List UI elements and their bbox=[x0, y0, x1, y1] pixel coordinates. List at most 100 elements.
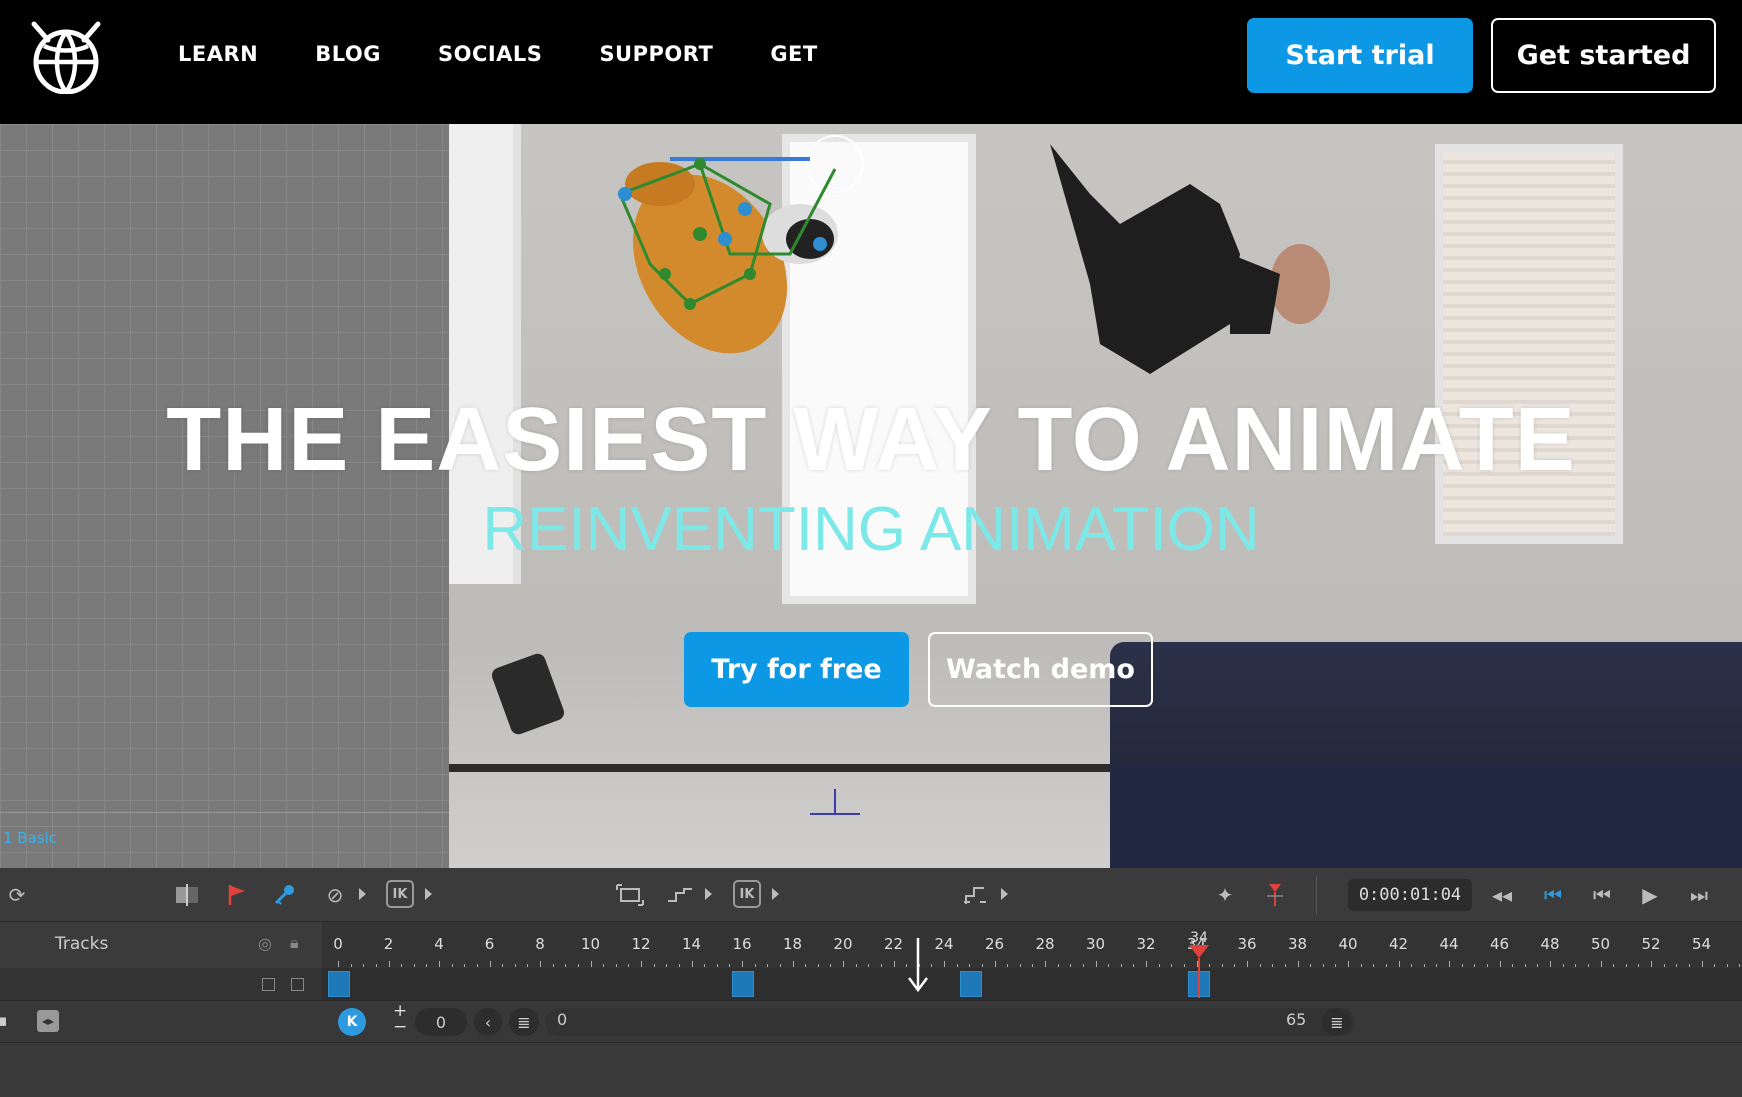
go-start-icon[interactable]: ⏮ bbox=[1538, 880, 1568, 910]
ruler-tick bbox=[363, 964, 365, 967]
ruler-tick bbox=[502, 964, 504, 967]
try-for-free-button[interactable]: Try for free bbox=[684, 632, 909, 707]
list-icon[interactable]: ≣ bbox=[1322, 1008, 1352, 1036]
ruler-tick bbox=[1095, 961, 1097, 967]
ruler-label: 18 bbox=[782, 935, 803, 953]
ruler-label: 44 bbox=[1439, 935, 1459, 953]
pin-icon[interactable]: ✦ bbox=[1210, 880, 1240, 910]
frame-icon[interactable] bbox=[615, 880, 645, 910]
ruler-tick bbox=[1739, 964, 1741, 967]
range-controls: ▪ ◂▸ K + − 0 ‹ ≣ 0 65 ≣ bbox=[0, 1000, 1742, 1042]
ruler-tick bbox=[527, 964, 529, 967]
ruler-tick bbox=[805, 964, 807, 967]
nav-link-learn[interactable]: LEARN bbox=[178, 42, 258, 66]
keyframe[interactable] bbox=[960, 971, 982, 997]
ruler-label: 22 bbox=[883, 935, 904, 953]
chevron-left-icon[interactable]: ‹ bbox=[474, 1008, 502, 1036]
lock-icon[interactable]: 🔒︎ bbox=[290, 933, 299, 953]
watch-demo-button[interactable]: Watch demo bbox=[928, 632, 1153, 707]
ruler-tick bbox=[1587, 964, 1589, 967]
ruler-tick bbox=[1297, 961, 1299, 967]
ik-icon[interactable]: IK bbox=[733, 880, 761, 908]
playhead[interactable]: 34 bbox=[1186, 930, 1212, 998]
ruler-tick bbox=[704, 964, 706, 967]
mirror-icon[interactable] bbox=[172, 880, 202, 910]
nav-link-socials[interactable]: SOCIALS bbox=[438, 42, 542, 66]
ban-icon[interactable]: ⊘ bbox=[320, 880, 350, 910]
separator bbox=[1316, 876, 1317, 914]
ruler-tick bbox=[1701, 961, 1703, 967]
rewind-icon[interactable]: ◂◂ bbox=[1487, 880, 1517, 910]
increment-icon[interactable]: + − bbox=[393, 1003, 407, 1036]
hide-icon[interactable]: ◎ bbox=[258, 934, 272, 953]
list-icon[interactable]: ≣ bbox=[509, 1008, 539, 1036]
ruler-tick bbox=[1221, 964, 1223, 967]
ruler-tick bbox=[994, 961, 996, 967]
ruler-tick bbox=[1726, 964, 1728, 967]
nav-link-get[interactable]: GET bbox=[770, 42, 817, 66]
marker-icon[interactable] bbox=[1260, 880, 1290, 910]
ruler-tick bbox=[1082, 964, 1084, 967]
ruler-tick bbox=[1651, 961, 1652, 967]
play-icon[interactable]: ▶ bbox=[1635, 880, 1665, 910]
ruler-label: 32 bbox=[1136, 935, 1156, 953]
ruler-tick bbox=[1663, 964, 1665, 967]
ruler-tick bbox=[565, 964, 567, 967]
track-checkbox[interactable] bbox=[291, 978, 304, 991]
ruler-tick bbox=[817, 964, 819, 967]
ruler-tick bbox=[628, 964, 630, 967]
ruler-tick bbox=[1537, 964, 1539, 967]
ruler-tick bbox=[1108, 964, 1110, 967]
ruler-label: 52 bbox=[1641, 935, 1661, 953]
dropdown-arrow-icon[interactable] bbox=[772, 888, 779, 900]
ruler-label: 48 bbox=[1540, 935, 1560, 953]
prev-frame-icon[interactable]: ⏮ bbox=[1587, 880, 1617, 910]
ruler-tick bbox=[653, 964, 655, 967]
bounce-icon[interactable] bbox=[960, 880, 990, 910]
ruler-tick bbox=[779, 964, 781, 967]
track-checkbox[interactable] bbox=[262, 978, 275, 991]
timeline-ruler[interactable]: 0 2 4 6 8 10 12 14 16 18 20 22 24 26 28 30 32 34 36 38 40 42 4… bbox=[322, 922, 1742, 968]
keyframe[interactable] bbox=[328, 971, 350, 997]
ruler-tick bbox=[1348, 961, 1349, 967]
nav-link-blog[interactable]: BLOG bbox=[315, 42, 381, 66]
get-started-button[interactable]: Get started bbox=[1491, 18, 1716, 93]
start-value-field[interactable]: 0 bbox=[415, 1008, 467, 1036]
dropdown-arrow-icon[interactable] bbox=[359, 888, 366, 900]
ruler-label: 8 bbox=[535, 935, 545, 953]
ruler-tick bbox=[1120, 964, 1122, 967]
ruler-tick bbox=[1423, 964, 1425, 967]
edit-icon[interactable]: ▪ bbox=[0, 1011, 8, 1031]
ruler-tick bbox=[830, 964, 832, 967]
dropdown-arrow-icon[interactable] bbox=[705, 888, 712, 900]
timeline-toolbar: ⟳ ⊘ IK IK ✦ 0:00:01:04 ◂◂ ⏮ ⏮ ▶ ⏭ bbox=[0, 868, 1742, 922]
key-icon[interactable] bbox=[270, 880, 300, 910]
ruler-tick bbox=[1385, 964, 1387, 967]
ik-toggle-icon[interactable]: K bbox=[338, 1008, 366, 1036]
nav-link-support[interactable]: SUPPORT bbox=[599, 42, 713, 66]
next-frame-icon[interactable]: ⏭ bbox=[1684, 880, 1714, 910]
flag-icon[interactable] bbox=[222, 880, 252, 910]
layer-label: 1 Basic bbox=[3, 829, 58, 847]
dropdown-arrow-icon[interactable] bbox=[425, 888, 432, 900]
ruler-label: 36 bbox=[1237, 935, 1257, 953]
ruler-tick bbox=[464, 964, 466, 967]
dropdown-arrow-icon[interactable] bbox=[1001, 888, 1008, 900]
ruler-tick bbox=[880, 964, 882, 967]
keyframe[interactable] bbox=[732, 971, 754, 997]
ruler-tick bbox=[451, 964, 453, 967]
logo-icon[interactable] bbox=[26, 18, 106, 94]
ruler-tick bbox=[1436, 964, 1438, 967]
fit-icon[interactable]: ◂▸ bbox=[37, 1010, 59, 1032]
start-trial-button[interactable]: Start trial bbox=[1247, 18, 1473, 93]
ruler-tick bbox=[1019, 964, 1021, 967]
ruler-label: 12 bbox=[631, 935, 651, 953]
ruler-tick bbox=[1575, 964, 1577, 967]
ruler-tick bbox=[1461, 964, 1463, 967]
refresh-icon[interactable]: ⟳ bbox=[2, 880, 32, 910]
step-curve-icon[interactable] bbox=[665, 880, 695, 910]
ruler-tick bbox=[439, 961, 440, 967]
ik-icon[interactable]: IK bbox=[386, 880, 414, 908]
ruler-tick bbox=[590, 961, 592, 967]
range-slider[interactable] bbox=[545, 1008, 1355, 1036]
